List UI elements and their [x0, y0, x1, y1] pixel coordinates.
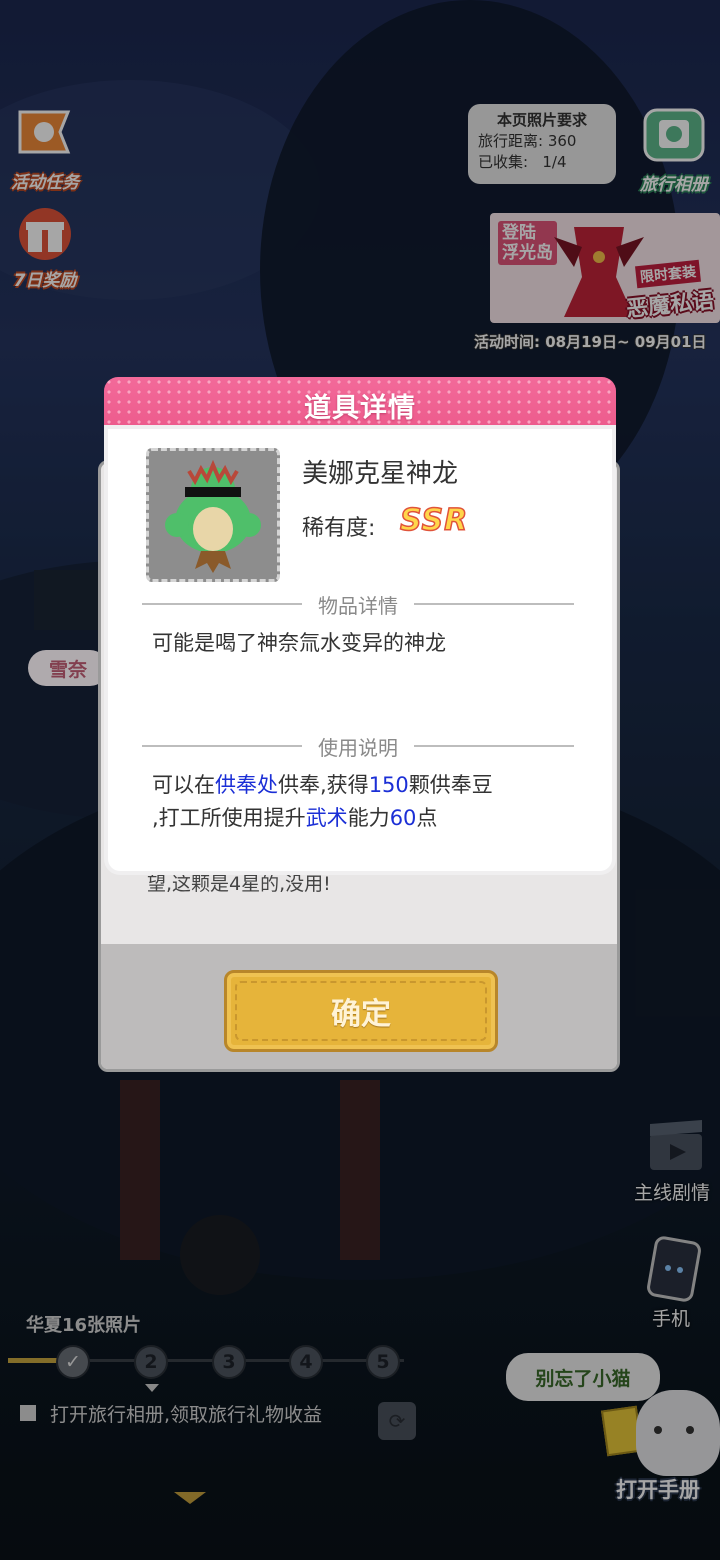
item-detail-section-title: 物品详情 [318, 593, 398, 618]
item-image-frame [146, 448, 280, 582]
rarity-label: 稀有度: [302, 516, 376, 541]
dragon-item-icon [165, 459, 261, 573]
usage-section-title: 使用说明 [318, 735, 398, 760]
snow-name-tag: 雪奈 [28, 650, 108, 686]
usage-divider: 使用说明 [142, 734, 574, 760]
item-description: 可能是喝了神奈氚水变异的神龙 [152, 631, 446, 655]
reward-dialog-text: 望,这颗是4星的,没用! [147, 873, 331, 895]
usage-description: 可以在供奉处供奉,获得150颗供奉豆 ,打工所使用提升武术能力60点 [152, 773, 493, 830]
confirm-button-label: 确定 [235, 981, 487, 1041]
confirm-button[interactable]: 确定 [224, 970, 498, 1052]
item-detail-divider: 物品详情 [142, 592, 574, 618]
item-detail-dialog: 道具详情 美娜克星神龙 稀有度: SSR 物品详情 可能是喝了神奈氚水变异的神龙… [104, 377, 616, 871]
rarity-badge: SSR [399, 502, 469, 539]
item-detail-header: 道具详情 [104, 377, 616, 433]
item-detail-title: 道具详情 [304, 392, 416, 424]
item-name: 美娜克星神龙 [302, 459, 459, 489]
